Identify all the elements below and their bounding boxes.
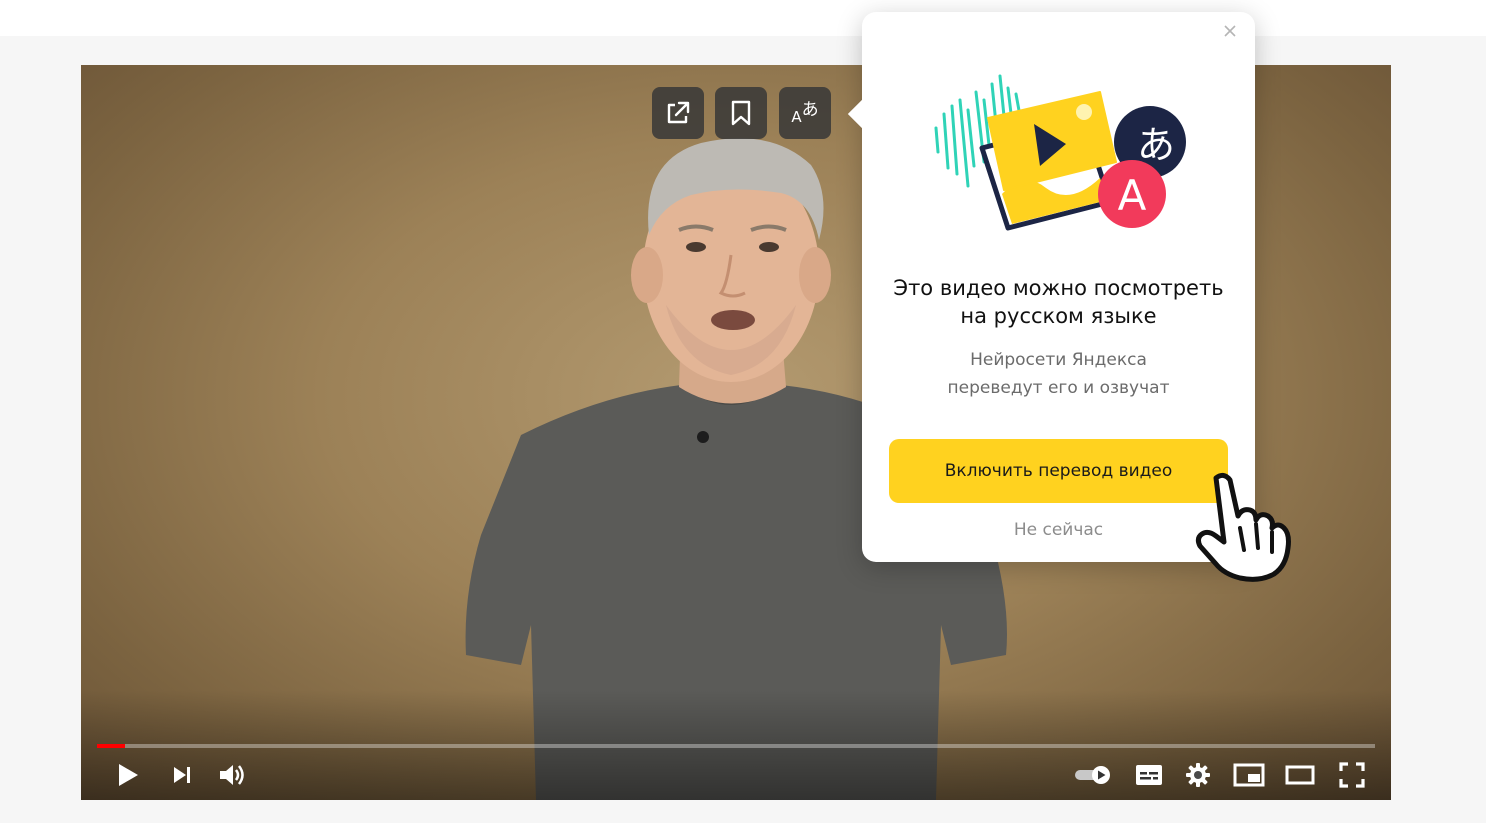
external-link-icon bbox=[667, 101, 690, 124]
video-translation-illustration: あ A bbox=[934, 74, 1186, 231]
subtitles-button[interactable] bbox=[1132, 758, 1166, 792]
close-icon[interactable] bbox=[1223, 24, 1237, 38]
bookmark-button[interactable] bbox=[715, 87, 767, 139]
autoplay-toggle-icon bbox=[1075, 766, 1110, 784]
popup-subtitle-line2: переведут его и озвучат bbox=[947, 378, 1170, 398]
popup-title-line1: Это видео можно посмотреть bbox=[893, 276, 1224, 300]
fullscreen-icon bbox=[1339, 762, 1365, 788]
theater-mode-button[interactable] bbox=[1282, 758, 1318, 792]
progress-played bbox=[97, 744, 126, 748]
popup-subtitle: Нейросети Яндекса переведут его и озвуча… bbox=[862, 346, 1255, 402]
volume-button[interactable] bbox=[215, 758, 249, 792]
translate-icon-jp: あ bbox=[801, 99, 819, 120]
next-button[interactable] bbox=[167, 758, 197, 792]
open-external-button[interactable] bbox=[652, 87, 704, 139]
latin-badge-glyph: A bbox=[1118, 171, 1147, 220]
fullscreen-button[interactable] bbox=[1335, 758, 1369, 792]
hand-pointer-icon bbox=[1195, 472, 1291, 582]
settings-button[interactable] bbox=[1183, 758, 1213, 792]
next-icon bbox=[174, 767, 190, 783]
theater-mode-icon bbox=[1285, 765, 1315, 785]
miniplayer-button[interactable] bbox=[1231, 758, 1267, 792]
progress-bar[interactable] bbox=[97, 744, 1375, 748]
page-top-strip bbox=[0, 0, 1486, 36]
translate-icon-latin: A bbox=[791, 107, 802, 126]
japanese-badge-glyph: あ bbox=[1137, 123, 1175, 167]
play-icon bbox=[119, 764, 138, 786]
translate-button[interactable]: A あ bbox=[779, 87, 831, 139]
settings-gear-icon bbox=[1186, 763, 1210, 787]
bookmark-icon bbox=[731, 100, 751, 126]
popup-subtitle-line1: Нейросети Яндекса bbox=[970, 350, 1147, 370]
miniplayer-icon bbox=[1233, 763, 1265, 787]
translate-icon: A あ bbox=[791, 99, 819, 126]
subtitles-icon bbox=[1136, 765, 1162, 785]
enable-translation-button[interactable]: Включить перевод видео bbox=[889, 439, 1228, 503]
volume-icon bbox=[220, 765, 244, 785]
play-button[interactable] bbox=[113, 758, 143, 792]
popup-title: Это видео можно посмотреть на русском яз… bbox=[862, 274, 1255, 330]
autoplay-toggle[interactable] bbox=[1073, 758, 1113, 792]
popup-title-line2: на русском языке bbox=[960, 304, 1157, 328]
